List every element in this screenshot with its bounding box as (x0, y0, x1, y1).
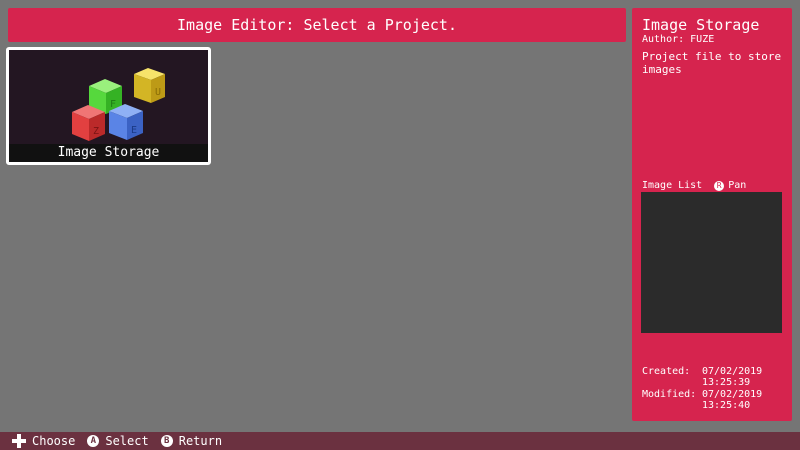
dpad-icon (12, 434, 26, 448)
page-header: Image Editor: Select a Project. (8, 8, 626, 42)
return-hint[interactable]: B Return (160, 434, 223, 448)
modified-date: 07/02/2019 (702, 389, 763, 400)
modified-time: 13:25:40 (702, 400, 751, 411)
cube-red-icon: Z (72, 105, 105, 141)
select-hint[interactable]: A Select (87, 434, 149, 448)
image-list-header: Image List R Pan (642, 180, 746, 191)
project-thumbnail-icon: U F Z E (72, 68, 165, 141)
cube-blue-icon: E (109, 104, 143, 140)
image-list-preview[interactable] (641, 192, 782, 333)
svg-text:E: E (131, 125, 137, 136)
created-label: Created: (642, 366, 691, 377)
image-list-label: Image List (642, 180, 703, 191)
return-label: Return (178, 434, 223, 448)
created-time: 13:25:39 (702, 377, 751, 388)
select-label: Select (105, 434, 149, 448)
pan-label: Pan (728, 180, 747, 191)
project-tile-image-storage[interactable]: U F Z E Image Storage (6, 47, 211, 165)
cube-yellow-icon: U (134, 68, 165, 103)
created-date: 07/02/2019 (702, 366, 763, 377)
choose-label: Choose (32, 434, 76, 448)
controls-footer: Choose A Select B Return (0, 432, 800, 450)
project-details-panel: Image Storage Author: FUZE Project file … (632, 8, 792, 421)
svg-text:Z: Z (93, 126, 99, 137)
project-title: Image Storage (642, 16, 760, 34)
modified-info: Modified: 07/02/2019 13:25:40 (642, 389, 762, 411)
choose-hint: Choose (12, 434, 75, 448)
page-title: Image Editor: Select a Project. (177, 16, 457, 34)
project-author: Author: FUZE (642, 34, 715, 45)
right-stick-icon: R (714, 180, 725, 191)
b-button-icon: B (160, 435, 173, 447)
created-info: Created: 07/02/2019 13:25:39 (642, 366, 762, 388)
svg-text:U: U (155, 87, 161, 98)
project-tile-label: Image Storage (9, 144, 208, 162)
modified-label: Modified: (642, 389, 697, 400)
a-button-icon: A (87, 435, 100, 447)
project-description: Project file to store images (642, 50, 782, 76)
